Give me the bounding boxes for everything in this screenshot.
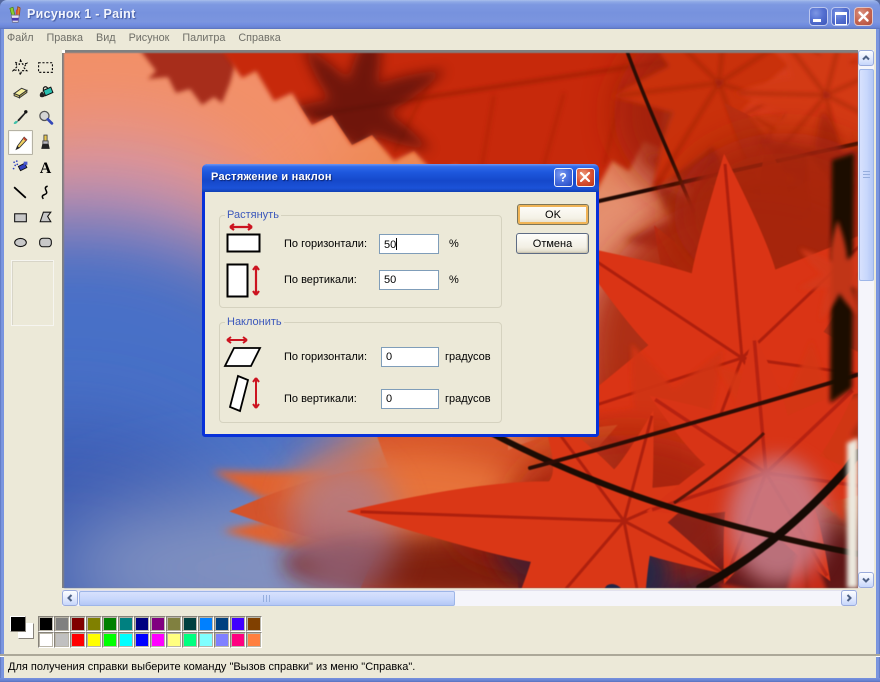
- svg-text:A: A: [40, 160, 52, 176]
- svg-text:?: ?: [559, 171, 566, 185]
